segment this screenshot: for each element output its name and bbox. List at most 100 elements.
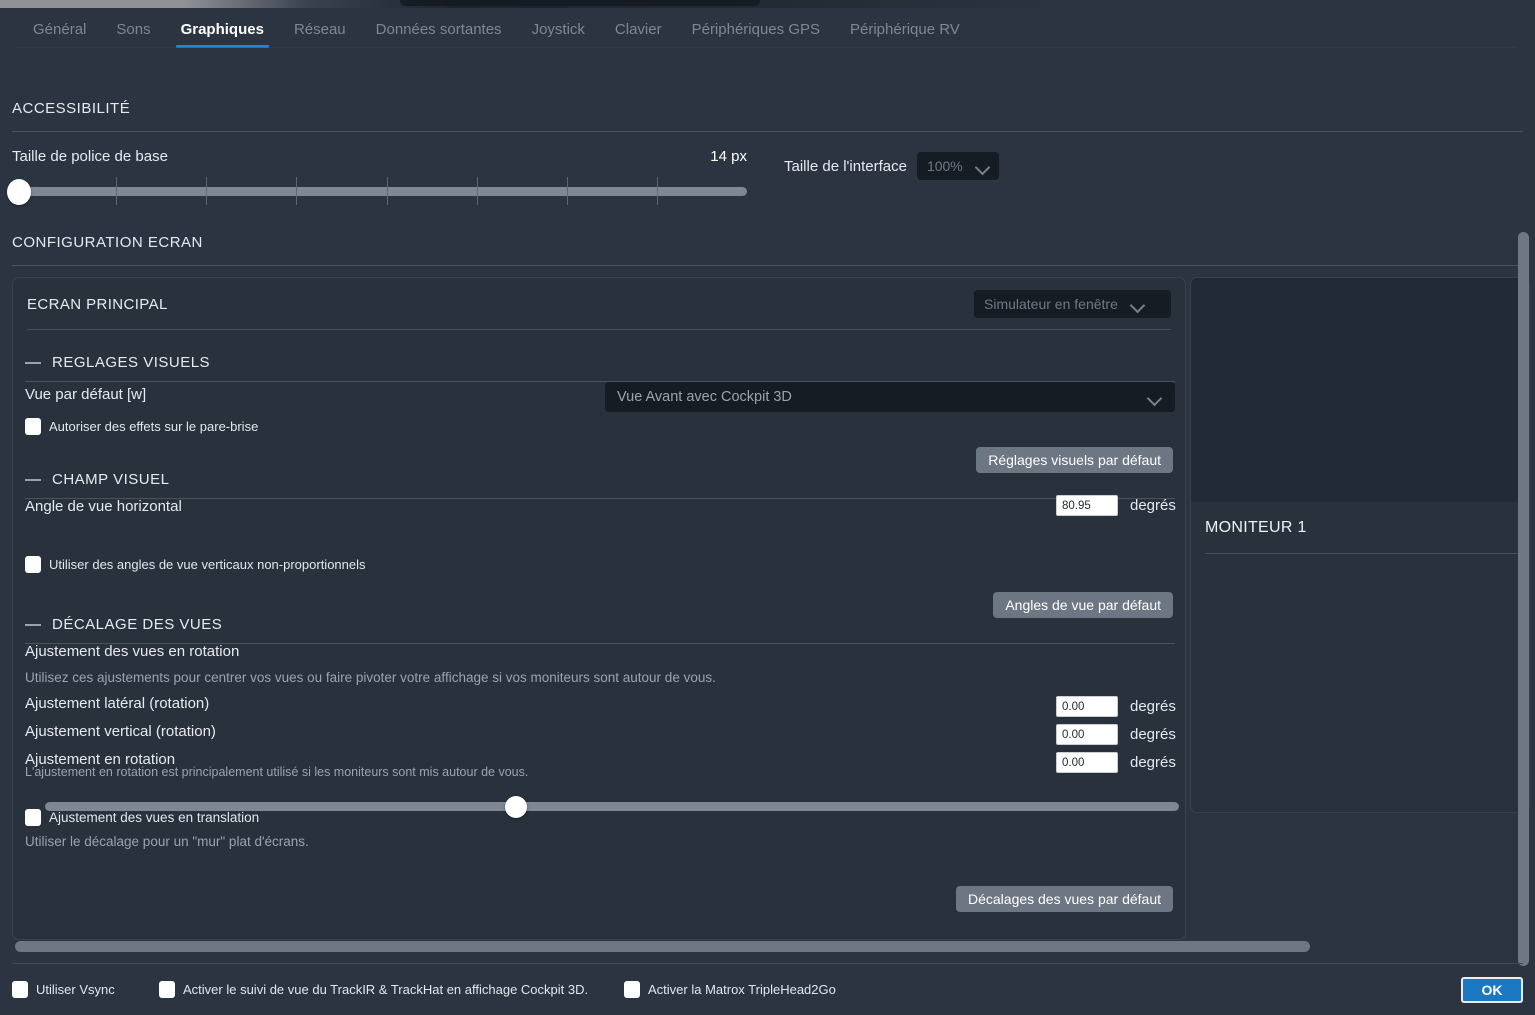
tab-bar: Général Sons Graphiques Réseau Données sorta… — [0, 8, 1535, 48]
main-screen-card: ECRAN PRINCIPAL Simulateur en fenêtre RE… — [12, 277, 1186, 940]
horizontal-angle-label: Angle de vue horizontal — [25, 498, 182, 515]
tab-joystick[interactable]: Joystick — [517, 22, 600, 48]
horizontal-angle-slider-knob[interactable] — [504, 796, 527, 818]
view-offset-title: DÉCALAGE DES VUES — [52, 616, 223, 633]
windshield-effects-label: Autoriser des effets sur le pare-brise — [49, 419, 259, 434]
offset-field-value-row: degrés — [1056, 696, 1176, 717]
slider-tick — [386, 177, 388, 205]
footer-checkbox[interactable] — [624, 981, 640, 998]
base-font-size-row: Taille de police de base 14 px — [7, 148, 747, 205]
screen-config-heading: CONFIGURATION ECRAN — [12, 234, 203, 251]
main-screen-header-divider — [27, 329, 1171, 330]
view-offset-header[interactable]: DÉCALAGE DES VUES — [25, 616, 1175, 633]
rotation-hint: Utilisez ces ajustements pour centrer vo… — [25, 670, 716, 685]
tab-donn-es-sortantes[interactable]: Données sortantes — [361, 22, 517, 48]
monitor-title: MONITEUR 1 — [1205, 519, 1307, 536]
base-font-size-slider[interactable] — [7, 165, 747, 205]
view-offset-reset-button[interactable]: Décalages des vues par défaut — [955, 886, 1173, 912]
tab-sons[interactable]: Sons — [101, 22, 165, 48]
section-screen-config: CONFIGURATION ECRAN — [12, 234, 1523, 266]
tab-list: Général Sons Graphiques Réseau Données sorta… — [0, 8, 1535, 48]
tab-graphiques[interactable]: Graphiques — [166, 22, 279, 48]
tab-r-seau[interactable]: Réseau — [279, 22, 361, 48]
base-font-size-label: Taille de police de base — [12, 148, 168, 165]
footer-checkbox-row[interactable]: Utiliser Vsync — [12, 981, 115, 998]
non-proportional-label: Utiliser des angles de vue verticaux non… — [49, 557, 366, 572]
monitor-card: MONITEUR 1 — [1190, 277, 1530, 813]
tab-g-n-ral[interactable]: Général — [18, 22, 101, 48]
footer-checkbox[interactable] — [12, 981, 28, 998]
offset-field-label-row: Ajustement vertical (rotation) — [25, 723, 216, 740]
offset-field-value-row: degrés — [1056, 752, 1176, 773]
offset-field-unit: degrés — [1130, 726, 1176, 743]
offset-field-input[interactable] — [1056, 696, 1118, 717]
default-view-row: Vue par défaut [w] — [25, 386, 146, 403]
slider-tick — [296, 177, 298, 205]
translation-checkbox[interactable] — [25, 809, 41, 826]
interface-size-label: Taille de l'interface — [784, 157, 907, 175]
offset-field-unit: degrés — [1130, 698, 1176, 715]
default-view-value: Vue Avant avec Cockpit 3D — [617, 389, 792, 405]
collapse-dash-icon — [25, 623, 41, 626]
interface-size-value: 100% — [926, 158, 963, 174]
offset-field-input[interactable] — [1056, 724, 1118, 745]
windshield-effects-checkbox-row[interactable]: Autoriser des effets sur le pare-brise — [25, 418, 258, 435]
default-view-dropdown-wrap: Vue Avant avec Cockpit 3D — [605, 382, 1175, 412]
footer-bar: Utiliser Vsync Activer le suivi de vue du… — [0, 963, 1535, 1015]
main-screen-mode-dropdown[interactable]: Simulateur en fenêtre — [974, 290, 1171, 318]
footer-checkbox[interactable] — [159, 981, 175, 998]
interface-size-row: Taille de l'interface 100% — [784, 152, 999, 180]
horizontal-angle-row: Angle de vue horizontal — [25, 498, 182, 515]
tab-clavier[interactable]: Clavier — [600, 22, 677, 48]
interface-size-dropdown[interactable]: 100% — [916, 152, 999, 180]
field-of-view-header[interactable]: CHAMP VISUEL — [25, 471, 1175, 488]
visual-settings-header[interactable]: REGLAGES VISUELS — [25, 354, 1175, 371]
screen-config-divider — [12, 265, 1523, 266]
horizontal-scrollbar[interactable] — [15, 941, 1310, 952]
tab-p-riph-riques-gps[interactable]: Périphériques GPS — [677, 22, 835, 48]
translation-label: Ajustement des vues en translation — [49, 810, 260, 825]
field-of-view-title: CHAMP VISUEL — [52, 471, 170, 488]
visual-settings-reset-button[interactable]: Réglages visuels par défaut — [976, 447, 1173, 473]
horizontal-angle-input[interactable] — [1056, 495, 1118, 516]
visual-settings-section: REGLAGES VISUELS — [25, 354, 1175, 382]
footer-divider — [12, 963, 1523, 964]
footer-checkbox-row[interactable]: Activer la Matrox TripleHead2Go — [624, 981, 836, 998]
translation-hint: Utiliser le décalage pour un "mur" plat … — [25, 834, 309, 849]
non-proportional-checkbox[interactable] — [25, 556, 41, 573]
monitor-preview-area — [1191, 278, 1529, 502]
horizontal-angle-unit: degrés — [1130, 497, 1176, 514]
slider-tick — [116, 177, 118, 205]
footer-checkbox-row[interactable]: Activer le suivi de vue du TrackIR & Tra… — [159, 981, 588, 998]
rotation-hint-row: Utilisez ces ajustements pour centrer vo… — [25, 670, 716, 685]
rotation-note-row: L'ajustement en rotation est principalem… — [25, 765, 528, 779]
tab-bar-divider — [18, 47, 1517, 48]
non-proportional-checkbox-row[interactable]: Utiliser des angles de vue verticaux non… — [25, 556, 366, 573]
offset-field-input[interactable] — [1056, 752, 1118, 773]
vertical-scrollbar[interactable] — [1518, 232, 1529, 966]
translation-checkbox-row[interactable]: Ajustement des vues en translation — [25, 809, 259, 826]
offset-field-unit: degrés — [1130, 754, 1176, 771]
base-font-size-value: 14 px — [710, 148, 747, 165]
offset-field-label: Ajustement vertical (rotation) — [25, 723, 216, 740]
rotation-heading-row: Ajustement des vues en rotation — [25, 643, 239, 660]
footer-checkbox-label: Utiliser Vsync — [36, 982, 115, 997]
screen-config-scroll-area: ECRAN PRINCIPAL Simulateur en fenêtre RE… — [12, 272, 1530, 946]
tab-p-riph-rique-rv[interactable]: Périphérique RV — [835, 22, 975, 48]
offset-field-label: Ajustement latéral (rotation) — [25, 695, 210, 712]
default-view-dropdown[interactable]: Vue Avant avec Cockpit 3D — [605, 382, 1175, 412]
window-chrome-sliver — [0, 0, 1535, 8]
slider-tick — [206, 177, 208, 205]
windshield-effects-checkbox[interactable] — [25, 418, 41, 435]
collapse-dash-icon — [25, 478, 41, 481]
horizontal-angle-value-wrap: degrés — [1056, 495, 1176, 516]
default-view-label: Vue par défaut [w] — [25, 386, 147, 403]
window-chrome-blob — [400, 0, 760, 6]
chevron-down-icon — [1149, 393, 1163, 402]
monitor-header: MONITEUR 1 — [1191, 502, 1529, 554]
field-of-view-divider — [25, 498, 1175, 499]
main-screen-header: ECRAN PRINCIPAL Simulateur en fenêtre — [13, 278, 1185, 330]
field-of-view-reset-button[interactable]: Angles de vue par défaut — [993, 592, 1173, 618]
ok-button[interactable]: OK — [1461, 977, 1523, 1003]
accessibility-divider — [12, 131, 1523, 132]
